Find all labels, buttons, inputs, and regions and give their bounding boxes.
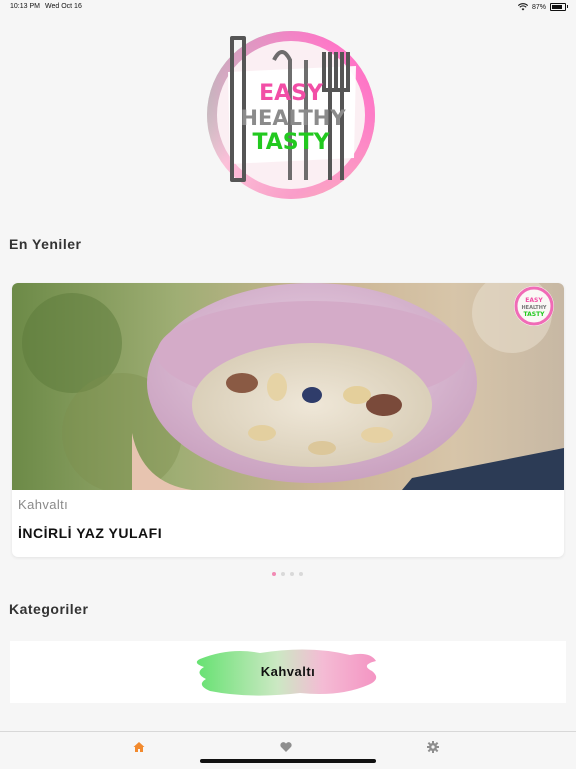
- battery-percent: 87%: [531, 3, 546, 11]
- battery-fill: [552, 5, 563, 9]
- carousel-dot[interactable]: [281, 572, 285, 576]
- carousel-dot[interactable]: [290, 572, 294, 576]
- home-indicator: [200, 759, 376, 763]
- section-title-latest: En Yeniler: [9, 236, 82, 252]
- app-logo: EASY HEALTHY TASTY: [206, 30, 376, 200]
- status-bar: 10:13 PM Wed Oct 16 87%: [0, 0, 576, 16]
- logo-line-2: HEALTHY: [240, 106, 346, 130]
- carousel-dot[interactable]: [272, 572, 276, 576]
- logo-line-1: EASY: [259, 81, 324, 106]
- wifi-icon: [517, 3, 528, 11]
- logo-line-3: TASTY: [252, 130, 330, 155]
- section-title-categories: Kategoriler: [9, 601, 89, 617]
- category-label: Kahvaltı: [260, 664, 316, 679]
- recipe-category: Kahvaltı: [18, 497, 69, 512]
- recipe-title: İNCİRLİ YAZ YULAFI: [18, 525, 163, 541]
- heart-icon[interactable]: [279, 740, 293, 754]
- battery-icon: [550, 3, 568, 11]
- status-time: 10:13 PM: [10, 3, 40, 10]
- featured-recipe-card[interactable]: EASY HEALTHY TASTY Kahvaltı İNCİRLİ YAZ …: [12, 283, 564, 557]
- recipe-photo: EASY HEALTHY TASTY: [12, 283, 564, 490]
- photo-badge-line-1: EASY: [525, 297, 543, 304]
- gear-icon[interactable]: [426, 740, 440, 754]
- status-right: 87%: [517, 3, 568, 11]
- carousel-page-indicator[interactable]: [272, 572, 303, 576]
- photo-badge-line-3: TASTY: [523, 311, 545, 318]
- tab-bar: [0, 731, 576, 769]
- status-date: Wed Oct 16: [45, 3, 82, 10]
- home-icon[interactable]: [132, 740, 146, 754]
- category-card[interactable]: Kahvaltı: [10, 641, 566, 703]
- carousel-dot[interactable]: [299, 572, 303, 576]
